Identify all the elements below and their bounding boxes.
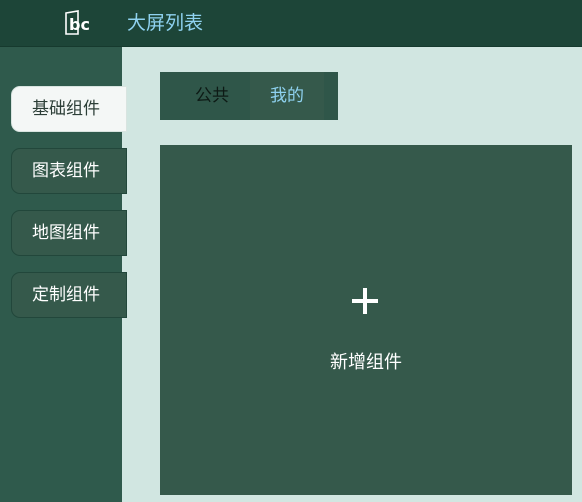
add-component-label: 新增组件 (330, 352, 402, 373)
top-bar: bc 大屏列表 (0, 0, 582, 47)
sidebar-item-custom-components[interactable]: 定制组件 (11, 272, 127, 318)
page-title: 大屏列表 (127, 12, 204, 34)
logo-icon: bc (65, 10, 90, 35)
sidebar: 基础组件 图表组件 地图组件 定制组件 (0, 47, 127, 502)
sidebar-item-basic-components[interactable]: 基础组件 (11, 86, 127, 132)
tab-public[interactable]: 公共 (174, 72, 250, 120)
tab-bar: 公共 我的 (160, 72, 338, 120)
sidebar-item-chart-components[interactable]: 图表组件 (11, 148, 127, 194)
plus-icon (352, 288, 378, 314)
tab-mine[interactable]: 我的 (250, 72, 324, 120)
add-component-card[interactable]: 新增组件 (160, 145, 572, 495)
logo-text: bc (69, 15, 90, 34)
sidebar-item-map-components[interactable]: 地图组件 (11, 210, 127, 256)
